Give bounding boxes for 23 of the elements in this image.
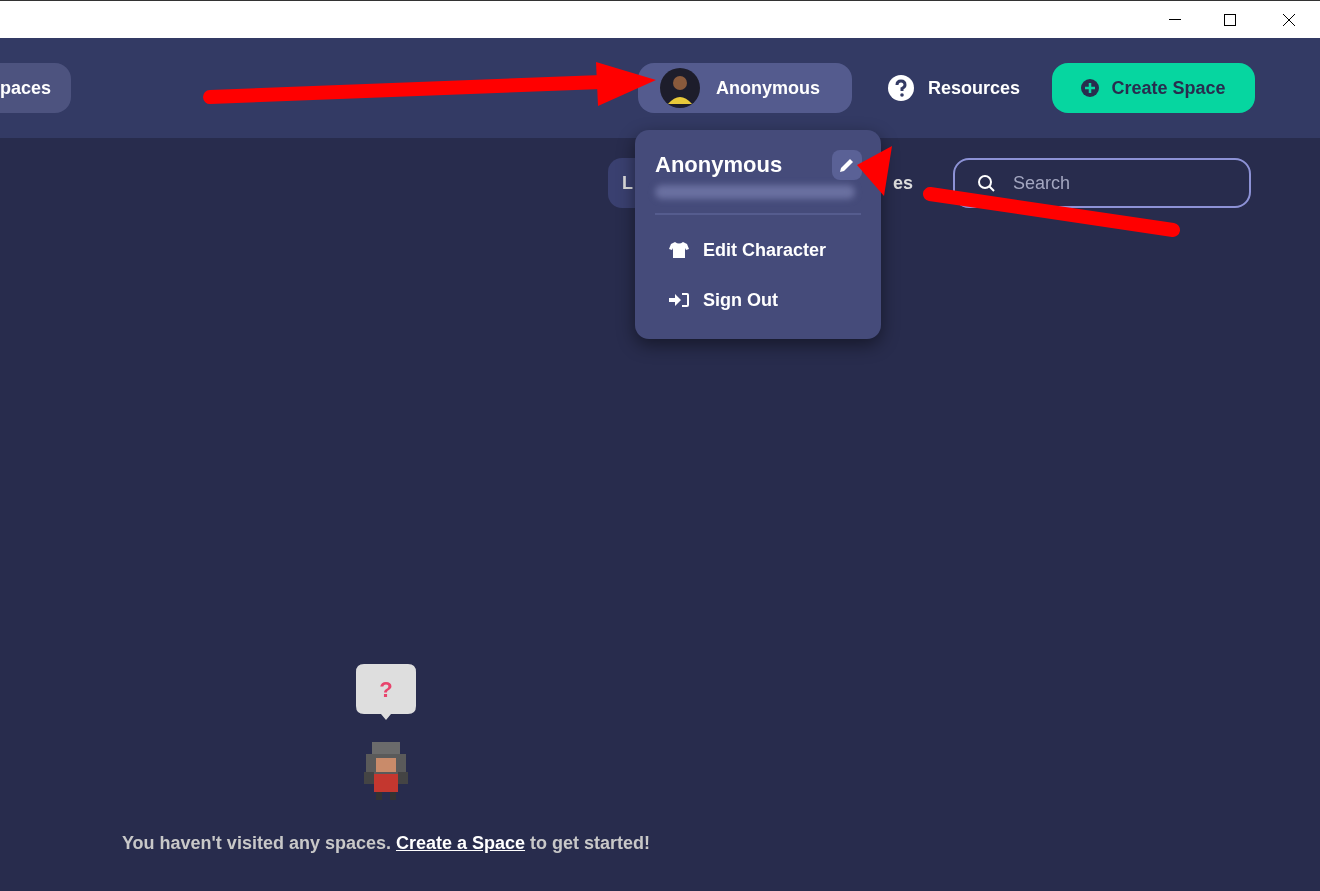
tab-text: es xyxy=(893,171,914,195)
search-icon xyxy=(977,174,996,192)
menu-user-name: Anonymous xyxy=(655,151,783,179)
maximize-icon[interactable] xyxy=(1224,13,1236,26)
shirt-icon xyxy=(669,242,689,258)
user-button[interactable]: Anonymous xyxy=(637,63,852,113)
speech-bubble: ? xyxy=(356,664,416,720)
pencil-icon xyxy=(840,157,854,172)
close-icon[interactable] xyxy=(1283,13,1295,26)
create-space-button[interactable]: Create Space xyxy=(1052,63,1255,113)
plus-circle-icon xyxy=(1081,79,1100,97)
edit-button[interactable] xyxy=(832,149,862,180)
help-icon xyxy=(887,75,914,101)
nav-pill[interactable]: paces xyxy=(0,63,72,113)
minimize-icon[interactable] xyxy=(1169,18,1181,21)
menu-item[interactable]: Sign Out xyxy=(655,275,861,325)
empty-message: You haven't visited any spaces. Create a Space to get started! xyxy=(121,832,651,855)
resources-button[interactable]: Resources xyxy=(887,74,1020,102)
avatar-icon xyxy=(659,68,700,108)
search-field[interactable]: Search xyxy=(953,158,1252,208)
create-space-link[interactable]: Create a Space xyxy=(396,833,526,853)
sign-in-icon xyxy=(669,292,689,308)
menu-item[interactable]: Edit Character xyxy=(655,225,861,275)
